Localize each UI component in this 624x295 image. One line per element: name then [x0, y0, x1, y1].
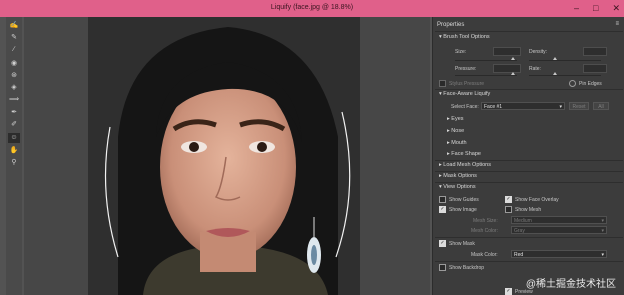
divider — [435, 89, 623, 90]
mask-options-header[interactable]: ▸ Mask Options — [439, 173, 477, 179]
pin-edges-checkbox[interactable] — [569, 80, 576, 87]
pressure-label: Pressure: — [455, 66, 477, 72]
stylus-pressure-checkbox[interactable] — [439, 80, 446, 87]
show-image-checkbox[interactable]: ✓ — [439, 206, 446, 213]
size-input[interactable] — [493, 47, 521, 56]
show-guides-checkbox[interactable] — [439, 196, 446, 203]
mouth-section[interactable]: ▸ Mouth — [447, 140, 467, 146]
title-bar: Liquify (face.jpg @ 18.8%) – □ ✕ — [0, 0, 624, 17]
bloat-icon[interactable]: ◈ — [8, 83, 20, 93]
pin-edges-label: Pin Edges — [579, 81, 602, 87]
window-title: Liquify (face.jpg @ 18.8%) — [270, 4, 354, 11]
all-button[interactable]: All — [593, 102, 609, 110]
size-label: Size: — [455, 49, 467, 55]
show-face-overlay-label: Show Face Overlay — [515, 197, 559, 203]
face-aware-header[interactable]: ▾ Face-Aware Liquify — [439, 91, 490, 97]
pucker-icon[interactable]: ⊛ — [8, 71, 20, 81]
maximize-button[interactable]: □ — [593, 3, 598, 14]
panel-title: Properties — [437, 22, 465, 28]
mesh-size-label: Mesh Size: — [473, 218, 498, 224]
divider — [435, 237, 623, 238]
tool-panel: ✍ ✎ ∕ ◉ ⊛ ◈ ⟹ ✒ ✐ ☺ ✋ ⚲ — [6, 17, 22, 295]
mesh-color-dropdown[interactable]: Gray ▾ — [511, 226, 607, 234]
divider — [435, 261, 623, 262]
zoom-icon[interactable]: ⚲ — [8, 158, 20, 168]
face-tool-icon[interactable]: ☺ — [8, 133, 20, 143]
show-guides-label: Show Guides — [449, 197, 479, 203]
show-mesh-label: Show Mesh — [515, 207, 542, 213]
minimize-button[interactable]: – — [574, 3, 579, 14]
divider — [435, 160, 623, 161]
select-face-label: Select Face: — [451, 104, 479, 110]
rate-slider[interactable] — [529, 72, 601, 76]
show-backdrop-label: Show Backdrop — [449, 265, 485, 271]
load-mesh-header[interactable]: ▸ Load Mesh Options — [439, 162, 491, 168]
stylus-pressure-label: Stylus Pressure — [449, 81, 485, 87]
twirl-icon[interactable]: ◉ — [8, 59, 20, 69]
pressure-slider[interactable] — [455, 72, 517, 76]
show-image-label: Show Image — [449, 207, 477, 213]
size-slider[interactable] — [455, 57, 517, 61]
panel-menu-icon[interactable]: ≡ — [615, 21, 619, 27]
rate-input[interactable] — [583, 64, 607, 73]
pressure-input[interactable] — [493, 64, 521, 73]
freeze-mask-icon[interactable]: ✒ — [8, 108, 20, 118]
hand-icon[interactable]: ✋ — [8, 146, 20, 156]
density-slider[interactable] — [529, 57, 601, 61]
show-backdrop-checkbox[interactable] — [439, 264, 446, 271]
show-mesh-checkbox[interactable] — [505, 206, 512, 213]
show-face-overlay-checkbox[interactable]: ✓ — [505, 196, 512, 203]
rate-label: Rate: — [529, 66, 541, 72]
divider — [435, 171, 623, 172]
thaw-mask-icon[interactable]: ✐ — [8, 120, 20, 130]
mask-color-label: Mask Color: — [471, 252, 498, 258]
density-input[interactable] — [583, 47, 607, 56]
mask-color-dropdown[interactable]: Red ▾ — [511, 250, 607, 258]
reset-button[interactable]: Reset — [569, 102, 589, 110]
mesh-size-dropdown[interactable]: Medium ▾ — [511, 216, 607, 224]
divider — [435, 31, 623, 32]
reconstruct-icon[interactable]: ✎ — [8, 33, 20, 43]
smooth-icon[interactable]: ∕ — [8, 45, 20, 55]
preview-checkbox[interactable]: ✓ — [505, 288, 512, 295]
nose-section[interactable]: ▸ Nose — [447, 128, 464, 134]
show-mask-checkbox[interactable]: ✓ — [439, 240, 446, 247]
mesh-color-label: Mesh Color: — [471, 228, 498, 234]
view-options-header[interactable]: ▾ View Options — [439, 184, 476, 190]
forward-warp-icon[interactable]: ✍ — [8, 21, 20, 31]
show-mask-label: Show Mask — [449, 241, 475, 247]
divider — [435, 182, 623, 183]
brush-options-header[interactable]: ▾ Brush Tool Options — [439, 34, 490, 40]
watermark: @稀土掘金技术社区 — [525, 279, 616, 290]
push-left-icon[interactable]: ⟹ — [8, 95, 20, 105]
properties-panel: Properties ≡ ▾ Brush Tool Options Size: … — [432, 17, 624, 295]
select-face-dropdown[interactable]: Face #1 ▾ — [481, 102, 565, 110]
portrait-image — [88, 17, 360, 295]
eyes-section[interactable]: ▸ Eyes — [447, 116, 464, 122]
density-label: Density: — [529, 49, 548, 55]
face-shape-section[interactable]: ▸ Face Shape — [447, 151, 481, 157]
close-button[interactable]: ✕ — [612, 3, 620, 14]
portrait-photo[interactable] — [88, 17, 360, 295]
